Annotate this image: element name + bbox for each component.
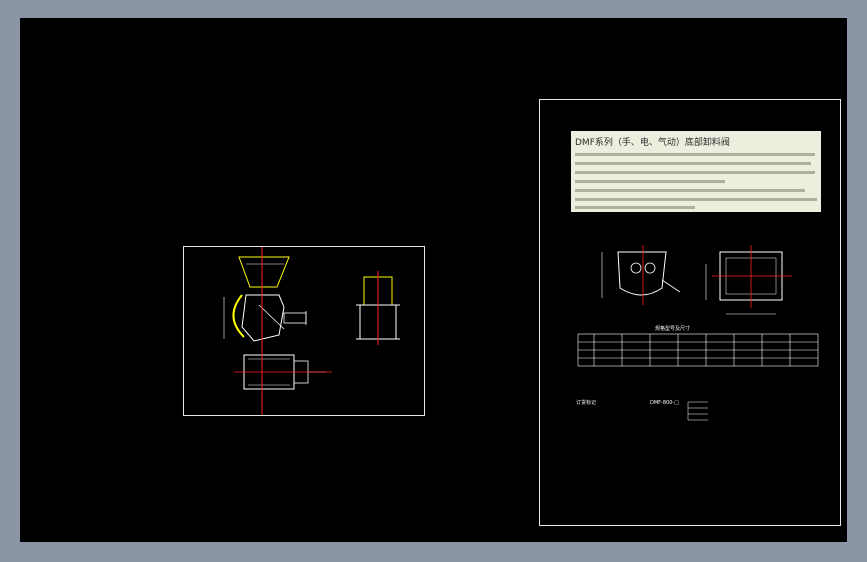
- drawing-sheet-left[interactable]: [183, 246, 425, 416]
- spec-table: [577, 333, 819, 367]
- order-leaders: [687, 401, 708, 421]
- front-view-body: [617, 251, 667, 296]
- order-code: DMF-800-□: [650, 400, 679, 406]
- table-title: 规格型号及尺寸: [655, 325, 690, 332]
- drawing-sheet-right[interactable]: DMF系列（手、电、气动）底部卸料阀 规格型号及尺寸 订货标记 DMF-800-…: [539, 99, 841, 526]
- order-label: 订货标记: [576, 399, 596, 406]
- valve-assembly-drawing: [223, 247, 400, 415]
- sector-gate-arc: [232, 294, 245, 338]
- hopper-outline: [238, 256, 290, 288]
- lever-arm: [661, 279, 681, 293]
- valve-body: [241, 294, 285, 342]
- pivot-circle: [644, 262, 656, 274]
- pivot-circle: [630, 262, 642, 274]
- cad-drawing-canvas[interactable]: DMF系列（手、电、气动）底部卸料阀 规格型号及尺寸 订货标记 DMF-800-…: [20, 18, 847, 542]
- lever-arm: [258, 304, 285, 330]
- actuator-rod: [283, 312, 307, 324]
- spec-sheet-drawing: 规格型号及尺寸 订货标记 DMF-800-□: [576, 245, 819, 421]
